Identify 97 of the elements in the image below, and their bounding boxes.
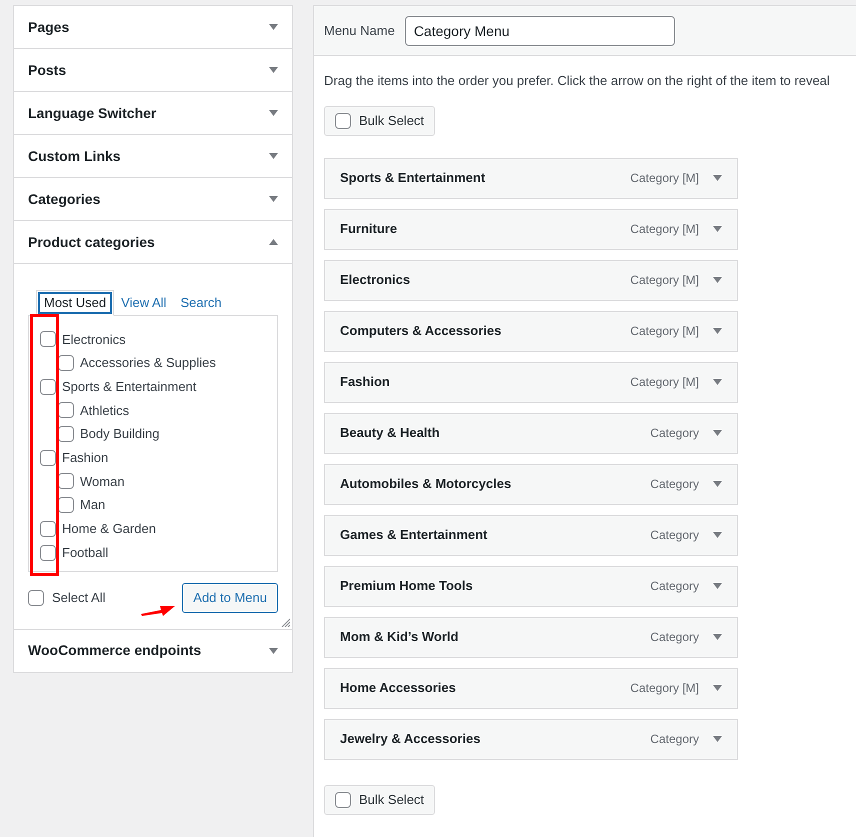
caret-down-icon	[713, 226, 722, 232]
accordion-header[interactable]: Product categories	[14, 221, 292, 263]
caret-down-icon	[713, 736, 722, 742]
caret-down-icon	[713, 634, 722, 640]
checkbox[interactable]	[40, 331, 56, 348]
menu-item-title: Electronics	[340, 271, 412, 290]
caret-down-icon	[269, 153, 278, 159]
tab[interactable]: Search	[173, 291, 229, 314]
caret-down-icon	[713, 277, 722, 283]
caret-down-icon	[713, 175, 722, 181]
accordion-header[interactable]: Custom Links	[14, 135, 292, 177]
checkbox[interactable]	[40, 520, 56, 537]
menu-item-type: Category [M]	[630, 272, 699, 289]
menu-item-type: Category [M]	[630, 680, 699, 697]
category-label: Fashion	[62, 449, 108, 468]
caret-down-icon	[269, 648, 278, 654]
category-label: Athletics	[80, 402, 130, 420]
menu-item-bar[interactable]: Electronics Category [M]	[324, 260, 738, 300]
menu-item-bar[interactable]: Fashion Category [M]	[324, 362, 738, 402]
instructions-text: Drag the items into the order you prefer. Click the arrow on the right of the item to reveal	[324, 72, 831, 90]
menu-item-bar[interactable]: Home Accessories Category [M]	[324, 668, 738, 708]
checkbox[interactable]	[58, 402, 74, 418]
menu-item-bar[interactable]: Jewelry & Accessories Category	[324, 718, 738, 760]
menu-item-title: Automobiles & Motorcycles	[340, 475, 512, 494]
menu-item-type: Category	[650, 731, 699, 748]
resize-handle-icon	[281, 618, 290, 626]
menu-item-bar[interactable]: Beauty & Health Category	[324, 412, 738, 454]
caret-down-icon	[713, 430, 722, 436]
menu-item-type: Category	[650, 476, 699, 493]
checkbox[interactable]	[40, 378, 56, 395]
arrow-icon	[141, 603, 175, 617]
accordion-header[interactable]: WooCommerce endpoints	[14, 630, 292, 672]
menu-item-title: Home Accessories	[340, 679, 457, 698]
menu-item-bar[interactable]: Mom & Kid’s World Category	[324, 616, 738, 658]
checkbox[interactable]	[28, 590, 44, 606]
checkbox[interactable]	[58, 473, 74, 490]
checkbox[interactable]	[335, 792, 351, 808]
caret-down-icon	[713, 685, 722, 691]
accordion-header[interactable]: Categories	[14, 178, 292, 220]
category-label: Football	[62, 544, 108, 562]
menu-item-type: Category	[650, 527, 699, 544]
category-label: Man	[80, 496, 106, 514]
select-all-label: Select All	[52, 588, 106, 607]
accordion-header[interactable]: Pages	[14, 6, 292, 48]
caret-down-icon	[269, 67, 278, 73]
menu-item-type: Category	[650, 578, 699, 595]
checkbox[interactable]	[58, 497, 74, 514]
menu-item-type: Category [M]	[630, 323, 699, 340]
menu-item-type: Category	[650, 425, 699, 442]
menu-item-type: Category [M]	[630, 221, 699, 238]
menu-item-title: Fashion	[340, 373, 391, 392]
caret-up-icon	[269, 239, 278, 245]
category-label: Body Building	[80, 425, 160, 444]
caret-down-icon	[269, 196, 278, 202]
caret-down-icon	[713, 532, 722, 538]
menu-item-bar[interactable]: Premium Home Tools Category	[324, 566, 738, 606]
checkbox[interactable]	[40, 450, 56, 466]
category-label: Sports & Entertainment	[62, 378, 196, 396]
menu-item-type: Category	[650, 629, 699, 646]
caret-down-icon	[713, 583, 722, 589]
menu-item-bar[interactable]: Furniture Category [M]	[324, 208, 738, 250]
menu-item-title: Jewelry & Accessories	[340, 730, 482, 748]
tab[interactable]: View All	[114, 291, 174, 314]
menu-item-bar[interactable]: Computers & Accessories Category [M]	[324, 310, 738, 352]
caret-down-icon	[713, 481, 722, 487]
menu-item-title: Sports & Entertainment	[340, 169, 486, 188]
checkbox[interactable]	[58, 426, 74, 442]
menu-item-bar[interactable]: Automobiles & Motorcycles Category	[324, 464, 738, 504]
category-label: Home & Garden	[62, 520, 156, 538]
category-label: Accessories & Supplies	[80, 354, 216, 372]
menu-item-bar[interactable]: Games & Entertainment Category	[324, 514, 738, 556]
add-to-menu-button[interactable]: Add to Menu	[182, 582, 278, 612]
checkbox[interactable]	[335, 112, 351, 128]
bulk-select-button[interactable]: Bulk Select	[324, 784, 436, 814]
menu-item-title: Games & Entertainment	[340, 526, 488, 544]
menu-name-label: Menu Name	[324, 22, 395, 40]
checkbox[interactable]	[40, 544, 56, 561]
category-label: Electronics	[62, 330, 126, 349]
menu-item-type: Category [M]	[630, 374, 699, 391]
accordion-header[interactable]: Language Switcher	[14, 92, 292, 134]
accordion-header[interactable]: Posts	[14, 49, 292, 91]
caret-down-icon	[269, 24, 278, 30]
bulk-select-button[interactable]: Bulk Select	[324, 106, 436, 136]
menu-item-title: Premium Home Tools	[340, 577, 474, 596]
caret-down-icon	[269, 110, 278, 116]
menu-item-title: Computers & Accessories	[340, 322, 502, 340]
menu-name-field[interactable]: Category Menu	[404, 16, 675, 46]
menu-item-bar[interactable]: Sports & Entertainment Category [M]	[324, 158, 738, 198]
checkbox[interactable]	[58, 355, 74, 372]
category-label: Woman	[80, 472, 125, 491]
menu-item-type: Category [M]	[630, 170, 699, 187]
menu-item-title: Mom & Kid’s World	[340, 628, 460, 646]
menu-item-title: Beauty & Health	[340, 424, 441, 442]
caret-down-icon	[713, 328, 722, 334]
tab[interactable]: Most Used	[36, 290, 114, 316]
caret-down-icon	[713, 379, 722, 385]
menu-item-title: Furniture	[340, 220, 398, 238]
